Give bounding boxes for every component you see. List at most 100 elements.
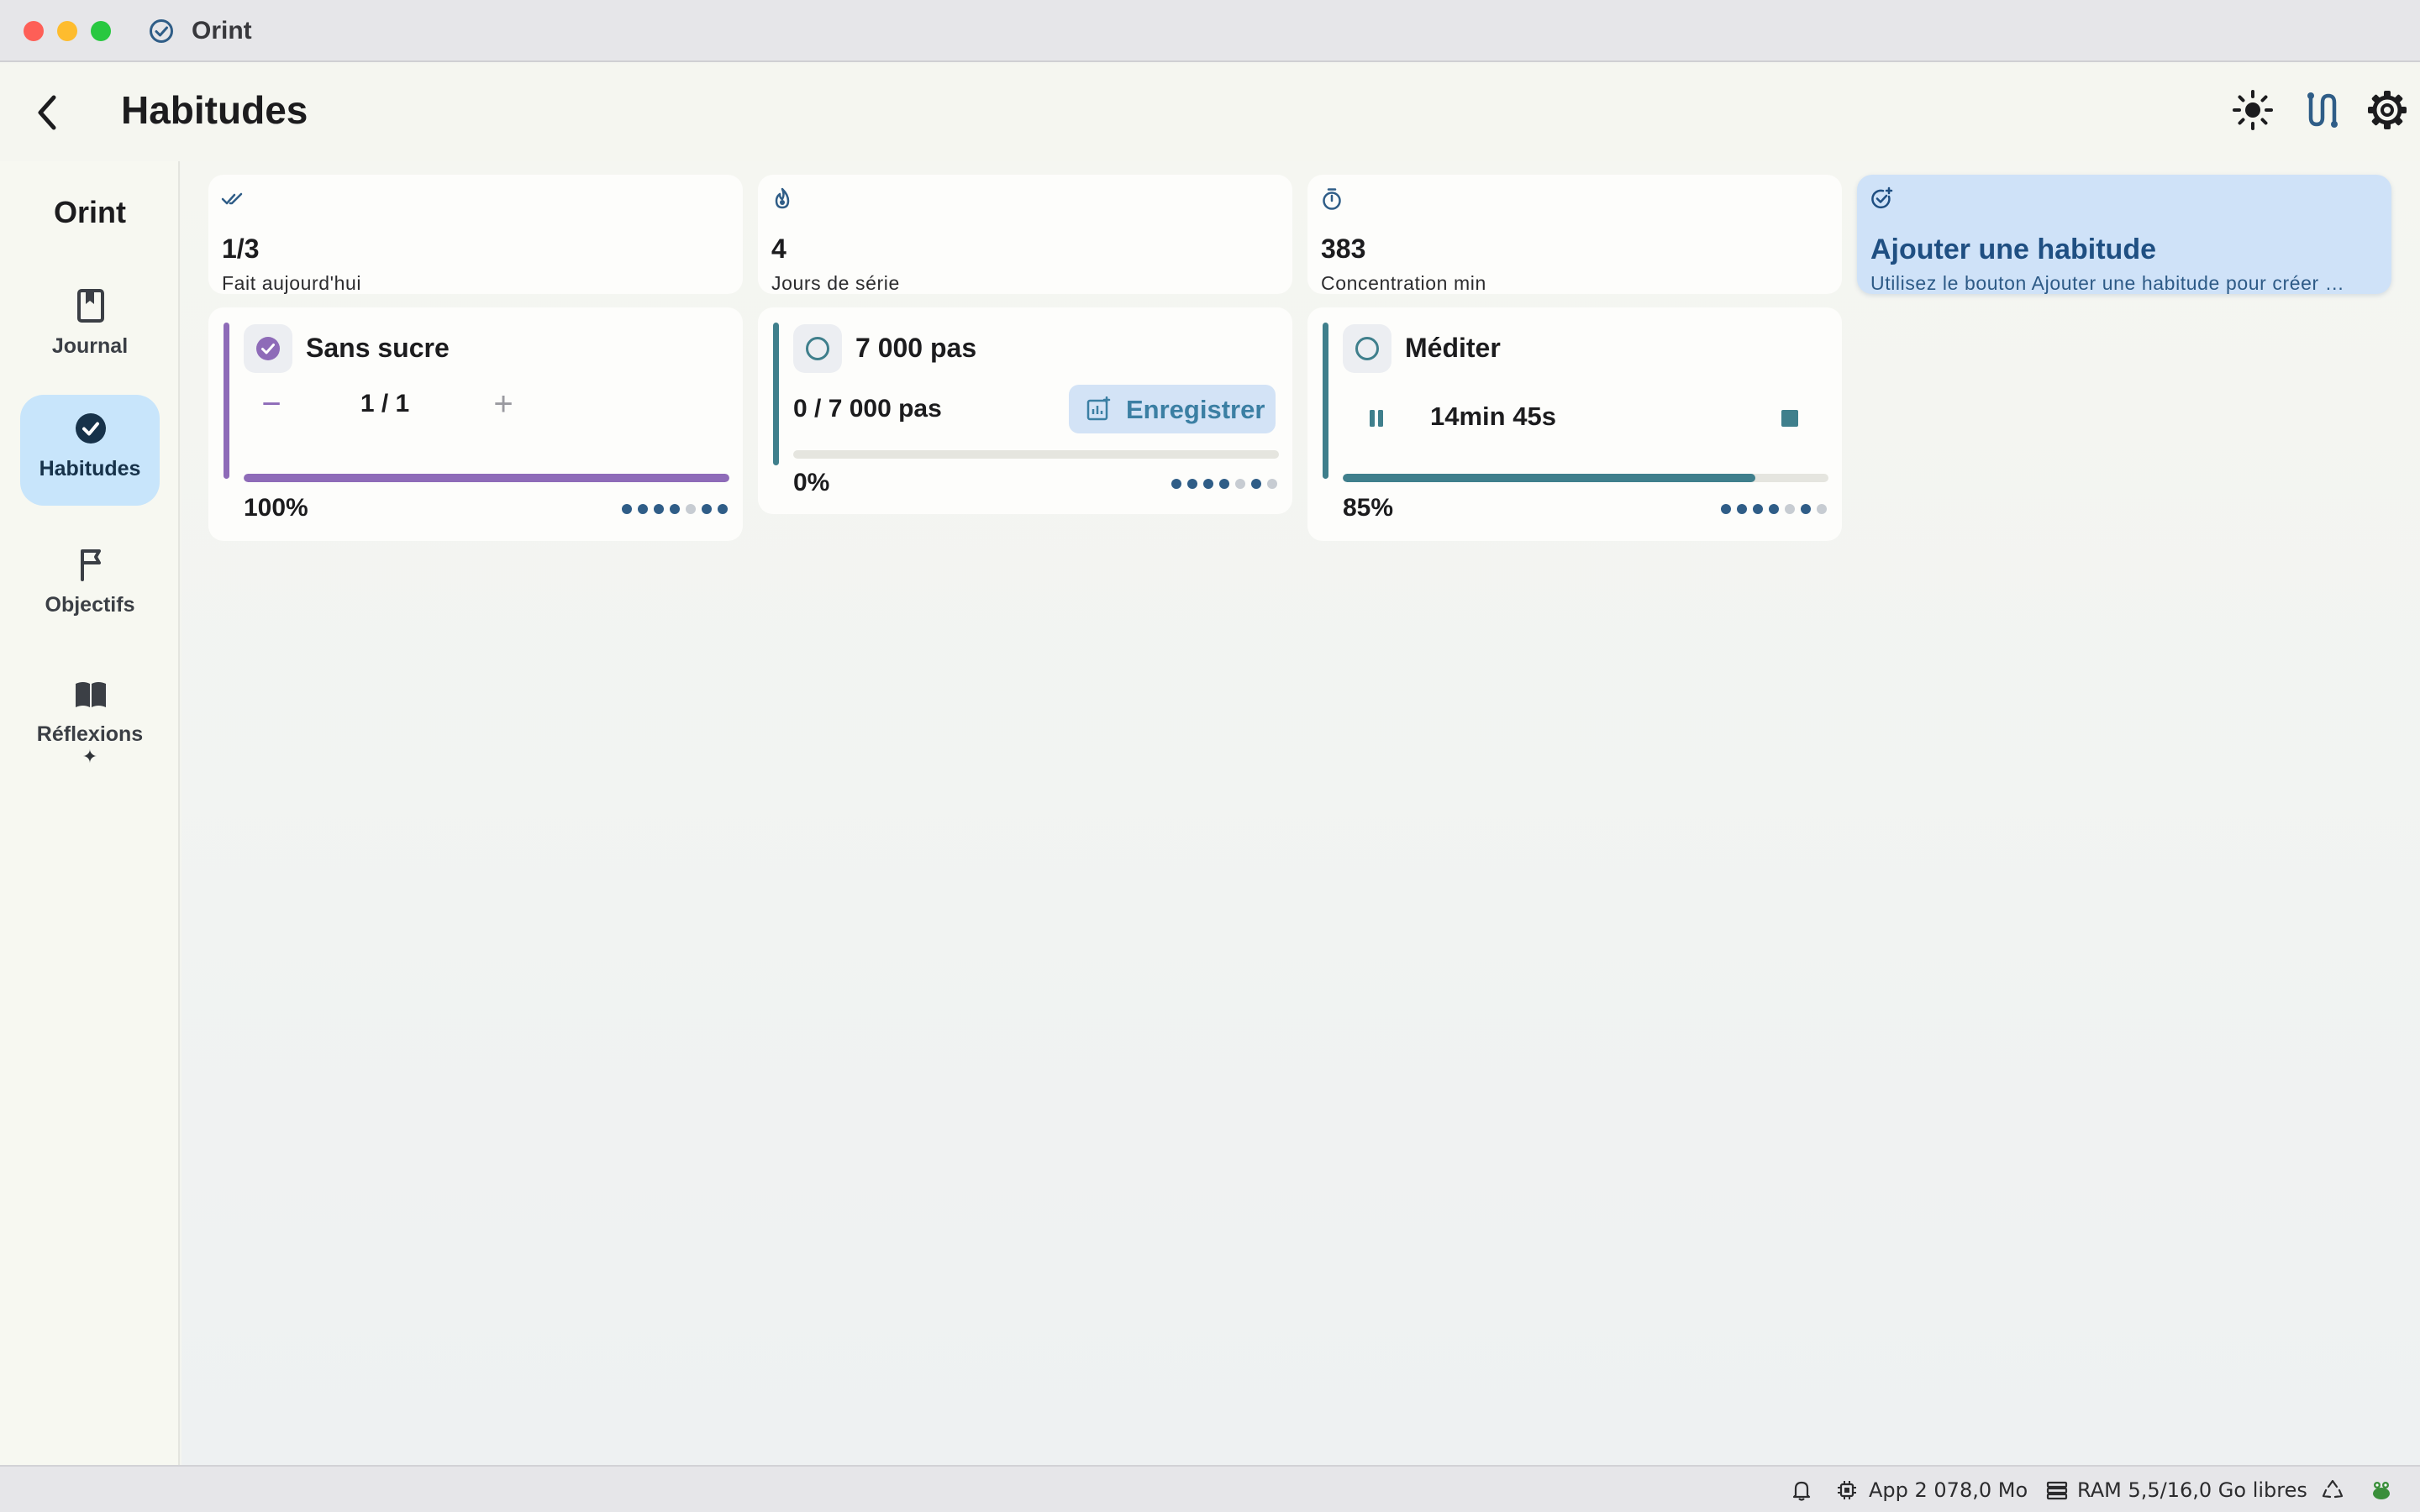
- sidebar-item-label: Habitudes: [39, 457, 141, 480]
- stat-card-focus: 383 Concentration min: [1307, 175, 1842, 294]
- ram-readout: RAM 5,5/16,0 Go libres: [2077, 1478, 2307, 1502]
- stat-card-done-today: 1/3 Fait aujourd'hui: [208, 175, 743, 294]
- steps-count: 0 / 7 000 pas: [793, 395, 942, 423]
- page-header: Habitudes: [0, 64, 2420, 161]
- history-dot: [1801, 504, 1811, 514]
- history-dot: [718, 504, 728, 514]
- history-dot: [670, 504, 680, 514]
- add-habit-hint: Utilisez le bouton Ajouter une habitude …: [1870, 272, 2345, 294]
- habit-percent: 100%: [244, 494, 308, 522]
- sidebar-item-label: Réflexions: [36, 722, 144, 746]
- habit-card-sans-sucre: Sans sucre − 1 / 1 + 100%: [208, 307, 743, 541]
- habit-progress-bar: [1343, 474, 1828, 482]
- theme-toggle-sun-icon[interactable]: [2232, 89, 2274, 131]
- settings-gear-icon[interactable]: [2366, 89, 2408, 131]
- history-dot: [1203, 479, 1213, 489]
- back-button[interactable]: [30, 89, 64, 136]
- chart-add-icon: [1086, 396, 1111, 421]
- open-book-icon: [76, 682, 106, 707]
- habit-progress-fill: [1343, 474, 1756, 482]
- add-check-icon: [1871, 186, 1893, 209]
- memory-stack-icon: [2046, 1481, 2068, 1500]
- decrement-button[interactable]: −: [250, 383, 292, 425]
- sparkle-badge: ✦: [82, 746, 98, 767]
- habit-accent-bar: [1323, 323, 1328, 479]
- habit-progress-bar: [244, 474, 729, 482]
- history-dot: [1267, 479, 1277, 489]
- cpu-chip-icon: [1838, 1481, 1856, 1499]
- page-title: Habitudes: [121, 88, 308, 132]
- sidebar-brand: Orint: [54, 195, 126, 229]
- frog-mascot-icon[interactable]: [2370, 1478, 2393, 1502]
- history-dot: [1753, 504, 1763, 514]
- checked-circle-icon: [256, 337, 280, 360]
- window-title: Orint: [192, 17, 252, 45]
- history-dot: [1219, 479, 1229, 489]
- minimize-window-button[interactable]: [57, 21, 77, 41]
- habit-done-checkbox[interactable]: [1343, 324, 1392, 373]
- history-dot: [1817, 504, 1827, 514]
- habit-progress-fill: [244, 474, 729, 482]
- habit-accent-bar: [773, 323, 779, 465]
- sidebar-item-journal[interactable]: Journal: [20, 272, 160, 383]
- stat-value: 4: [771, 234, 786, 264]
- add-habit-title: Ajouter une habitude: [1870, 234, 2156, 265]
- maximize-window-button[interactable]: [91, 21, 111, 41]
- empty-circle-icon: [806, 337, 829, 360]
- sidebar-item-habitudes[interactable]: Habitudes: [20, 395, 160, 506]
- status-bar: App 2 078,0 Mo RAM 5,5/16,0 Go libres: [0, 1465, 2420, 1512]
- window-titlebar: Orint: [0, 0, 2420, 62]
- habit-progress-bar: [793, 450, 1279, 459]
- stat-value: 383: [1321, 234, 1366, 264]
- bell-icon[interactable]: [1790, 1478, 1813, 1502]
- habit-name: Méditer: [1405, 333, 1501, 363]
- history-dot: [1187, 479, 1197, 489]
- stat-label: Concentration min: [1321, 272, 1486, 294]
- increment-button[interactable]: +: [482, 383, 524, 425]
- habit-history-dots: [1721, 504, 1827, 514]
- habit-percent: 0%: [793, 469, 830, 496]
- stopwatch-icon: [1323, 188, 1341, 210]
- stop-button[interactable]: [1773, 402, 1807, 435]
- history-dot: [702, 504, 712, 514]
- history-dot: [1171, 479, 1181, 489]
- flame-icon: [775, 187, 790, 209]
- habit-card-mediter: Méditer 14min 45s 85%: [1307, 307, 1842, 541]
- pause-button[interactable]: [1360, 402, 1393, 435]
- bookmark-book-icon: [77, 289, 104, 323]
- sidebar: Orint Journal Habitudes Objectifs Réflex…: [0, 161, 180, 1465]
- empty-circle-icon: [1355, 337, 1379, 360]
- habit-done-checkbox[interactable]: [244, 324, 292, 373]
- stat-card-streak: 4 Jours de série: [758, 175, 1292, 294]
- history-dot: [1785, 504, 1795, 514]
- add-habit-card[interactable]: Ajouter une habitude Utilisez le bouton …: [1857, 175, 2391, 294]
- sidebar-item-label: Journal: [51, 334, 129, 358]
- app-check-icon: [150, 19, 173, 43]
- sidebar-item-label: Objectifs: [45, 593, 135, 617]
- habit-name: 7 000 pas: [855, 333, 977, 363]
- habit-name: Sans sucre: [306, 333, 450, 363]
- history-dot: [1235, 479, 1245, 489]
- record-steps-button[interactable]: Enregistrer: [1069, 385, 1276, 433]
- flag-icon: [81, 549, 101, 581]
- stat-label: Fait aujourd'hui: [222, 272, 362, 294]
- app-memory-readout: App 2 078,0 Mo: [1869, 1478, 2028, 1502]
- history-dot: [1769, 504, 1779, 514]
- record-steps-label: Enregistrer: [1126, 395, 1265, 424]
- habit-done-checkbox[interactable]: [793, 324, 842, 373]
- habit-history-dots: [622, 504, 728, 514]
- habit-counter: 1 / 1: [360, 390, 410, 417]
- sidebar-item-reflexions[interactable]: Réflexions ✦: [20, 660, 160, 771]
- habit-history-dots: [1171, 479, 1277, 489]
- history-dot: [1251, 479, 1261, 489]
- recycle-icon[interactable]: [2321, 1478, 2344, 1502]
- route-icon[interactable]: [2299, 89, 2341, 131]
- check-circle-icon: [76, 413, 106, 444]
- history-dot: [1721, 504, 1731, 514]
- history-dot: [638, 504, 648, 514]
- double-check-icon: [221, 192, 243, 205]
- close-window-button[interactable]: [24, 21, 44, 41]
- sidebar-item-objectifs[interactable]: Objectifs: [20, 531, 160, 642]
- history-dot: [622, 504, 632, 514]
- history-dot: [1737, 504, 1747, 514]
